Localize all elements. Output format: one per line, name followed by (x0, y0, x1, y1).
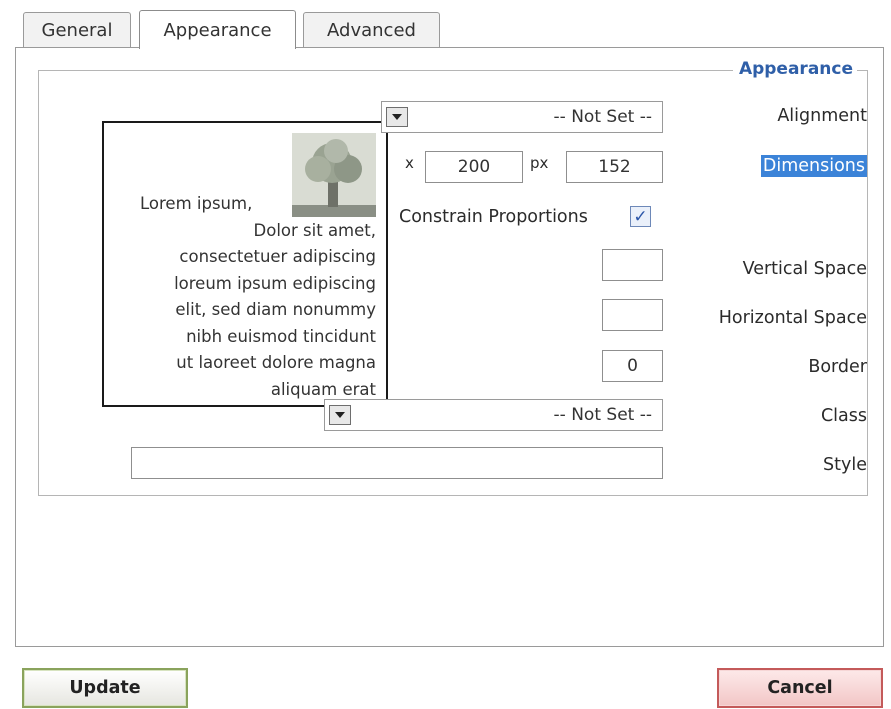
alignment-value: -- Not Set -- (553, 107, 652, 127)
vertical-space-input[interactable] (602, 249, 663, 281)
preview-text-line: loreum ipsum edipiscing (174, 273, 376, 293)
width-input[interactable]: 200 (425, 151, 523, 183)
preview-text-line: elit, sed diam nonummy (175, 300, 376, 319)
dimension-x-prefix: x (405, 154, 414, 172)
horizontal-space-label: Horizontal Space (718, 308, 867, 328)
alignment-label: Alignment (777, 106, 867, 126)
checkmark-icon: ✓ (633, 206, 648, 227)
class-value: -- Not Set -- (553, 405, 652, 425)
dimensions-label: Dimensions (760, 155, 867, 177)
preview-text-line: ut laoreet dolore magna (176, 353, 376, 372)
vertical-space-label: Vertical Space (742, 259, 867, 279)
constrain-proportions-checkbox[interactable]: ✓ (630, 206, 651, 227)
border-label: Border (808, 357, 867, 377)
constrain-proportions-label: Constrain Proportions (399, 207, 588, 227)
tab-appearance-label: Appearance (163, 19, 272, 41)
horizontal-space-input[interactable] (602, 299, 663, 331)
appearance-fieldset: Appearance Lorem ipsum, Dolor sit amet, … (38, 59, 868, 496)
cancel-button[interactable]: Cancel (717, 668, 883, 708)
style-input[interactable] (131, 447, 663, 479)
preview-text-line: nibh euismod tincidunt (186, 326, 376, 346)
class-label: Class (820, 406, 867, 426)
fieldset-legend: Appearance (732, 59, 857, 79)
chevron-down-icon[interactable] (386, 107, 408, 127)
tab-panel: Appearance Lorem ipsum, Dolor sit amet, … (15, 47, 884, 647)
tab-appearance[interactable]: Appearance (139, 10, 296, 49)
preview-text-line: Lorem ipsum, (140, 194, 253, 213)
class-select[interactable]: -- Not Set -- (324, 399, 663, 431)
chevron-down-icon[interactable] (329, 405, 351, 425)
style-label: Style (823, 455, 867, 475)
border-input[interactable]: 0 (602, 350, 663, 382)
alignment-select[interactable]: -- Not Set -- (381, 101, 663, 133)
preview-text-line: consectetuer adipiscing (179, 247, 376, 266)
height-input[interactable]: 152 (566, 151, 663, 183)
dimension-unit: px (530, 154, 549, 172)
preview-text-line: Dolor sit amet, (253, 220, 376, 240)
image-preview: Lorem ipsum, Dolor sit amet, consectetue… (102, 121, 388, 407)
update-button[interactable]: Update (22, 668, 188, 708)
tab-general-label: General (41, 20, 113, 41)
tab-advanced[interactable]: Advanced (303, 12, 440, 48)
tab-general[interactable]: General (23, 12, 131, 48)
tab-advanced-label: Advanced (327, 20, 416, 41)
